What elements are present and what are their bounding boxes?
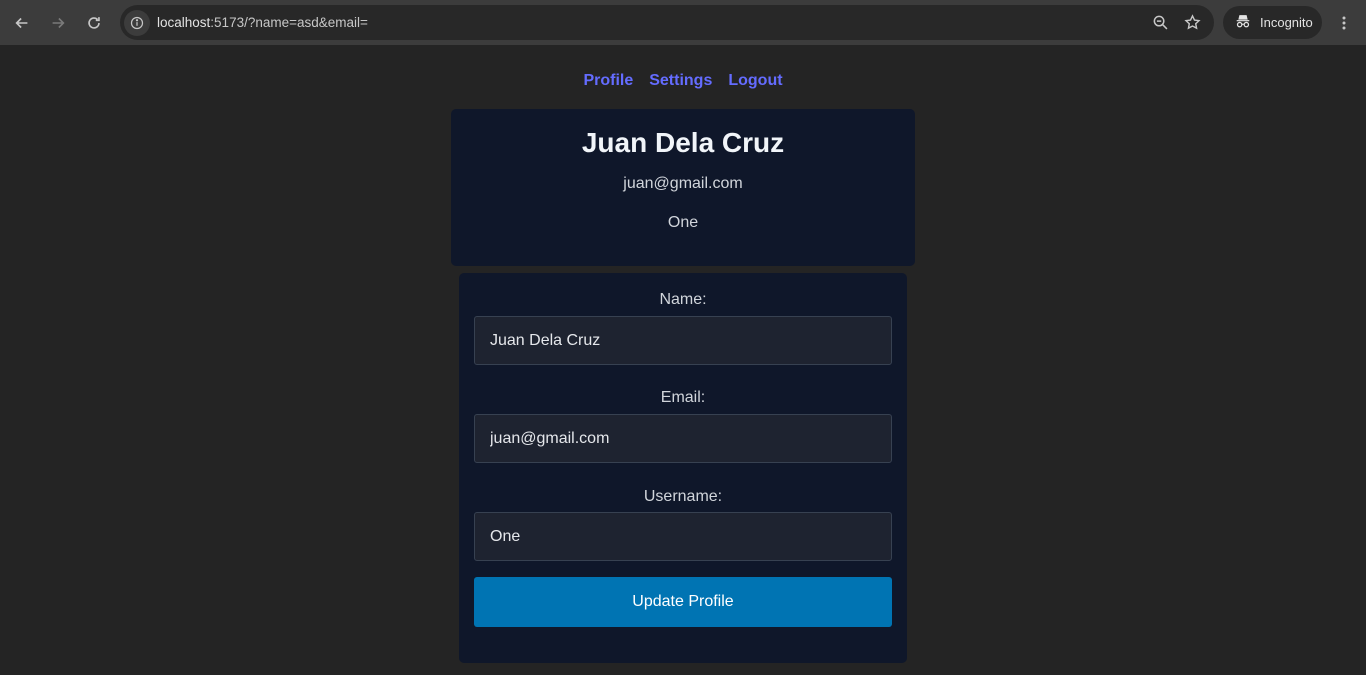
update-profile-button[interactable]: Update Profile — [474, 577, 892, 627]
forward-arrow-icon[interactable] — [40, 5, 76, 41]
incognito-label: Incognito — [1260, 15, 1313, 30]
back-arrow-icon[interactable] — [4, 5, 40, 41]
nav-link-logout[interactable]: Logout — [728, 72, 782, 90]
name-input[interactable] — [474, 316, 892, 365]
incognito-icon — [1234, 12, 1252, 33]
url-host: localhost — [157, 15, 211, 30]
bookmark-star-icon[interactable] — [1178, 9, 1206, 37]
reload-icon[interactable] — [76, 5, 112, 41]
browser-toolbar: localhost:5173/?name=asd&email= Incognit… — [0, 0, 1366, 45]
zoom-icon[interactable] — [1146, 9, 1174, 37]
kebab-menu-icon[interactable] — [1332, 7, 1356, 39]
name-label: Name: — [659, 291, 707, 308]
nav-link-settings[interactable]: Settings — [649, 72, 712, 90]
url-path: :5173/?name=asd&email= — [210, 15, 368, 30]
top-nav: Profile Settings Logout — [0, 72, 1366, 90]
profile-email: juan@gmail.com — [623, 175, 743, 192]
username-label: Username: — [643, 488, 723, 505]
profile-name: Juan Dela Cruz — [581, 127, 785, 158]
profile-username: One — [667, 214, 699, 231]
email-label: Email: — [660, 389, 706, 406]
profile-form: Name: Email: Username: Update Profile — [459, 273, 907, 663]
address-bar[interactable]: localhost:5173/?name=asd&email= — [120, 5, 1214, 40]
username-input[interactable] — [474, 512, 892, 561]
nav-link-profile[interactable]: Profile — [583, 72, 633, 90]
email-input[interactable] — [474, 414, 892, 463]
incognito-badge[interactable]: Incognito — [1223, 6, 1322, 39]
url-text[interactable]: localhost:5173/?name=asd&email= — [157, 15, 368, 30]
site-info-icon[interactable] — [124, 9, 150, 36]
profile-card: Juan Dela Cruz juan@gmail.com One — [451, 109, 915, 266]
